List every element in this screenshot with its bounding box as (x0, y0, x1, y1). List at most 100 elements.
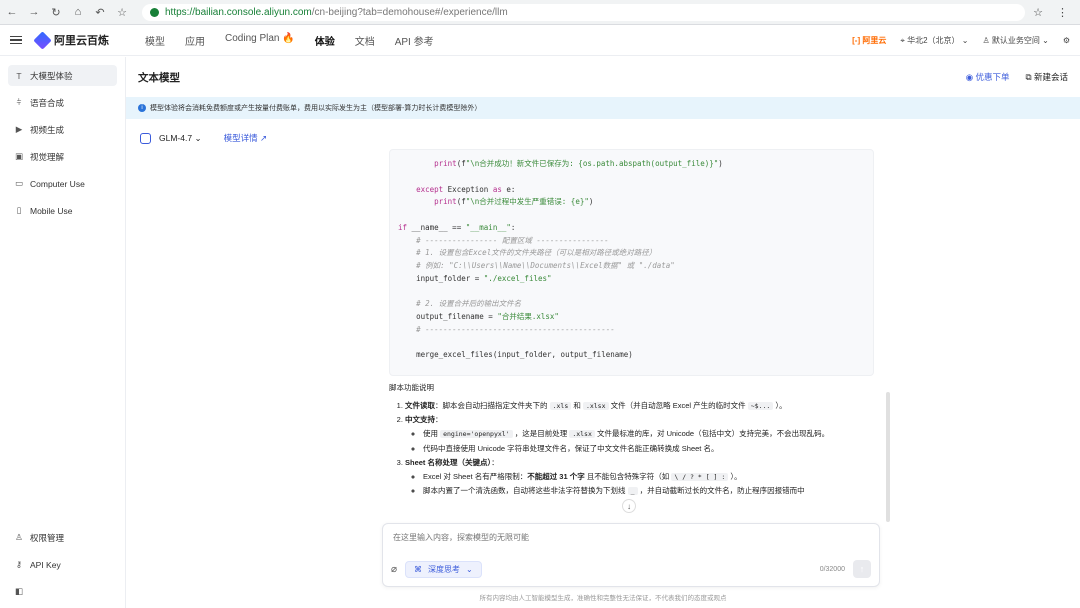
secure-icon (150, 7, 159, 17)
reload-icon[interactable]: ↻ (50, 6, 62, 19)
collapse-icon: ◧ (14, 586, 24, 596)
send-button[interactable]: ↑ (853, 560, 871, 578)
discount-order-button[interactable]: ◉ 优惠下单 (966, 71, 1010, 83)
char-counter: 0/32000 (819, 565, 845, 573)
sidebar-item-mobile-use[interactable]: ▯ Mobile Use (8, 200, 117, 221)
chat-input[interactable] (383, 524, 879, 550)
disclaimer: 所有内容均由人工智能模型生成，准确性和完整性无法保证，不代表我们的态度或观点 (479, 595, 727, 602)
user-icon: ♙ (15, 532, 23, 542)
url-host: https://bailian.console.aliyun.com (165, 6, 312, 18)
main-content: 文本模型 ◉ 优惠下单 ⧉ 新建会话 i 模型体验将会消耗免费额度或产生按量付费… (126, 57, 1080, 608)
send-icon: ↑ (859, 564, 865, 574)
logo-mark-icon (33, 30, 52, 50)
scrollbar[interactable] (886, 392, 890, 522)
nav-models[interactable]: 模型 (145, 33, 165, 48)
code-line: print(f"\n合并成功！新文件已保存为: {os.path.abspath… (434, 159, 723, 168)
sidebar-item-tts[interactable]: ⫩ 语音合成 (8, 92, 117, 113)
chevron-down-icon: ⌄ (466, 564, 473, 574)
code-line: # --------------------------------------… (416, 324, 615, 334)
nav-docs[interactable]: 文档 (355, 33, 375, 48)
sidebar-item-permissions[interactable]: ♙ 权限管理 (8, 527, 117, 548)
key-icon: ⚷ (15, 559, 23, 569)
attach-icon[interactable]: ⌀ (391, 564, 397, 575)
menu-icon[interactable] (10, 35, 22, 45)
more-icon[interactable]: ⋮ (1057, 6, 1068, 19)
logo-text: 阿里云百炼 (54, 35, 109, 47)
code-line: # 例如: "C:\\Users\\Name\\Documents\\Excel… (416, 261, 675, 270)
monitor-icon: ▭ (14, 178, 24, 188)
collapse-sidebar-button[interactable]: ◧ (8, 581, 117, 602)
list-item: Excel 对 Sheet 名有严格限制：不能超过 31 个字 且不能包含特殊字… (423, 471, 889, 483)
browser-toolbar: ← → ↻ ⌂ ↶ ☆ https://bailian.console.aliy… (0, 0, 1080, 25)
sidebar: T 大模型体验 ⫩ 语音合成 ▶ 视频生成 ▣ 视觉理解 ▭ Computer Use ▯… (0, 57, 126, 608)
code-line: print(f"\n合并过程中发生严重错误: {e}") (434, 197, 594, 207)
aliyun-brand[interactable]: [-] 阿里云 (852, 35, 886, 46)
notice-text: 模型体验将会消耗免费额度或产生按量付费账单，费用以实际发生为主（模型部署-算力时… (150, 105, 482, 112)
undo-icon[interactable]: ↶ (94, 6, 106, 19)
billing-notice: i 模型体验将会消耗免费额度或产生按量付费账单，费用以实际发生为主（模型部署-算… (126, 97, 1080, 119)
model-selector[interactable]: GLM-4.7 ⌄ (159, 133, 202, 144)
deep-think-toggle[interactable]: ⌘ 深度思考 ⌄ (405, 560, 482, 578)
page-title: 文本模型 (138, 71, 180, 84)
code-line: except Exception as e: (416, 184, 516, 194)
sidebar-item-computer-use[interactable]: ▭ Computer Use (8, 173, 117, 194)
list-item: Sheet 名称处理（关键点）： Excel 对 Sheet 名有严格限制：不能… (405, 457, 889, 497)
arrow-down-icon: ↓ (627, 501, 631, 511)
mobile-icon: ▯ (16, 205, 22, 215)
audio-icon: ⫩ (16, 97, 22, 107)
response-text: 脚本功能说明 文件读取：脚本会自动扫描指定文件夹下的 .xls 和 .xlsx … (389, 382, 889, 500)
url-path: /cn-beijing?tab=demohouse#/experience/ll… (311, 6, 508, 18)
forward-icon[interactable]: → (28, 6, 40, 18)
nav-experience[interactable]: 体验 (315, 33, 335, 48)
code-line: # 2. 设置合并后的输出文件名 (416, 299, 522, 309)
location-icon: ⌖ (900, 35, 905, 45)
nav-api-reference[interactable]: API 参考 (395, 33, 434, 48)
code-line: if __name__ == "__main__": (398, 222, 516, 232)
code-line: # ---------------- 配置区域 ---------------- (416, 235, 609, 245)
bookmark-icon[interactable]: ☆ (116, 6, 128, 19)
code-line: output_filename = "合并结果.xlsx" (416, 312, 559, 321)
list-item: 脚本内置了一个清洗函数，自动将这些非法字符替换为下划线 _ ，并自动截断过长的文… (423, 485, 889, 497)
workspace-icon: ♙ (982, 35, 990, 45)
address-bar[interactable]: https://bailian.console.aliyun.com/cn-be… (142, 3, 1026, 21)
list-item: 中文支持： 使用 engine='openpyxl' ，这是目前处理 .xlsx… (405, 414, 889, 454)
sidebar-item-api-key[interactable]: ⚷ API Key (8, 554, 117, 575)
image-icon: ▣ (14, 151, 24, 161)
sidebar-item-vision[interactable]: ▣ 视觉理解 (8, 146, 117, 167)
star-icon[interactable]: ☆ (1033, 6, 1043, 19)
text-icon: T (16, 70, 22, 81)
scroll-down-button[interactable]: ↓ (622, 499, 636, 513)
code-line: input_folder = "./excel_files" (416, 273, 552, 283)
video-icon: ▶ (15, 124, 23, 134)
model-detail-link[interactable]: 模型详情 ↗ (224, 132, 268, 144)
home-icon[interactable]: ⌂ (72, 6, 84, 18)
nav-apps[interactable]: 应用 (185, 33, 205, 48)
nav-coding-plan[interactable]: Coding Plan 🔥 (225, 33, 295, 48)
code-line: merge_excel_files(input_folder, output_f… (416, 350, 633, 360)
region-selector[interactable]: ⌖ 华北2（北京） ⌄ (900, 35, 968, 46)
list-item: 代码中直接使用 Unicode 字符串处理文件名，保证了中文文件名能正确转换成 … (423, 443, 889, 455)
flame-icon: 🔥 (282, 32, 295, 44)
new-chat-icon: ⧉ (1025, 72, 1032, 82)
code-block: print(f"\n合并成功！新文件已保存为: {os.path.abspath… (389, 149, 874, 376)
logo[interactable]: 阿里云百炼 (33, 30, 109, 50)
info-icon: i (138, 104, 146, 112)
chat-input-box: ⌀ ⌘深度思考⌄ 0/32000 ↑ (382, 523, 880, 587)
settings-icon[interactable]: ⚙ (1063, 36, 1070, 45)
app-topbar: 阿里云百炼 模型 应用 Coding Plan 🔥 体验 文档 API 参考 [… (0, 25, 1080, 56)
back-icon[interactable]: ← (6, 6, 18, 18)
discount-icon: ◉ (965, 72, 974, 82)
list-item: 文件读取：脚本会自动扫描指定文件夹下的 .xls 和 .xlsx 文件（并自动忽… (405, 400, 889, 412)
model-icon (140, 132, 151, 144)
new-chat-button[interactable]: ⧉ 新建会话 (1026, 71, 1068, 83)
sidebar-item-video[interactable]: ▶ 视频生成 (8, 119, 117, 140)
list-item: 使用 engine='openpyxl' ，这是目前处理 .xlsx 文件最标准… (423, 428, 889, 440)
sidebar-item-llm[interactable]: T 大模型体验 (8, 65, 117, 86)
workspace-selector[interactable]: ♙ 默认业务空间 ⌄ (982, 35, 1048, 46)
explain-heading: 脚本功能说明 (389, 383, 434, 392)
code-line: # 1. 设置包含Excel文件的文件夹路径（可以是相对路径或绝对路径） (416, 248, 657, 258)
